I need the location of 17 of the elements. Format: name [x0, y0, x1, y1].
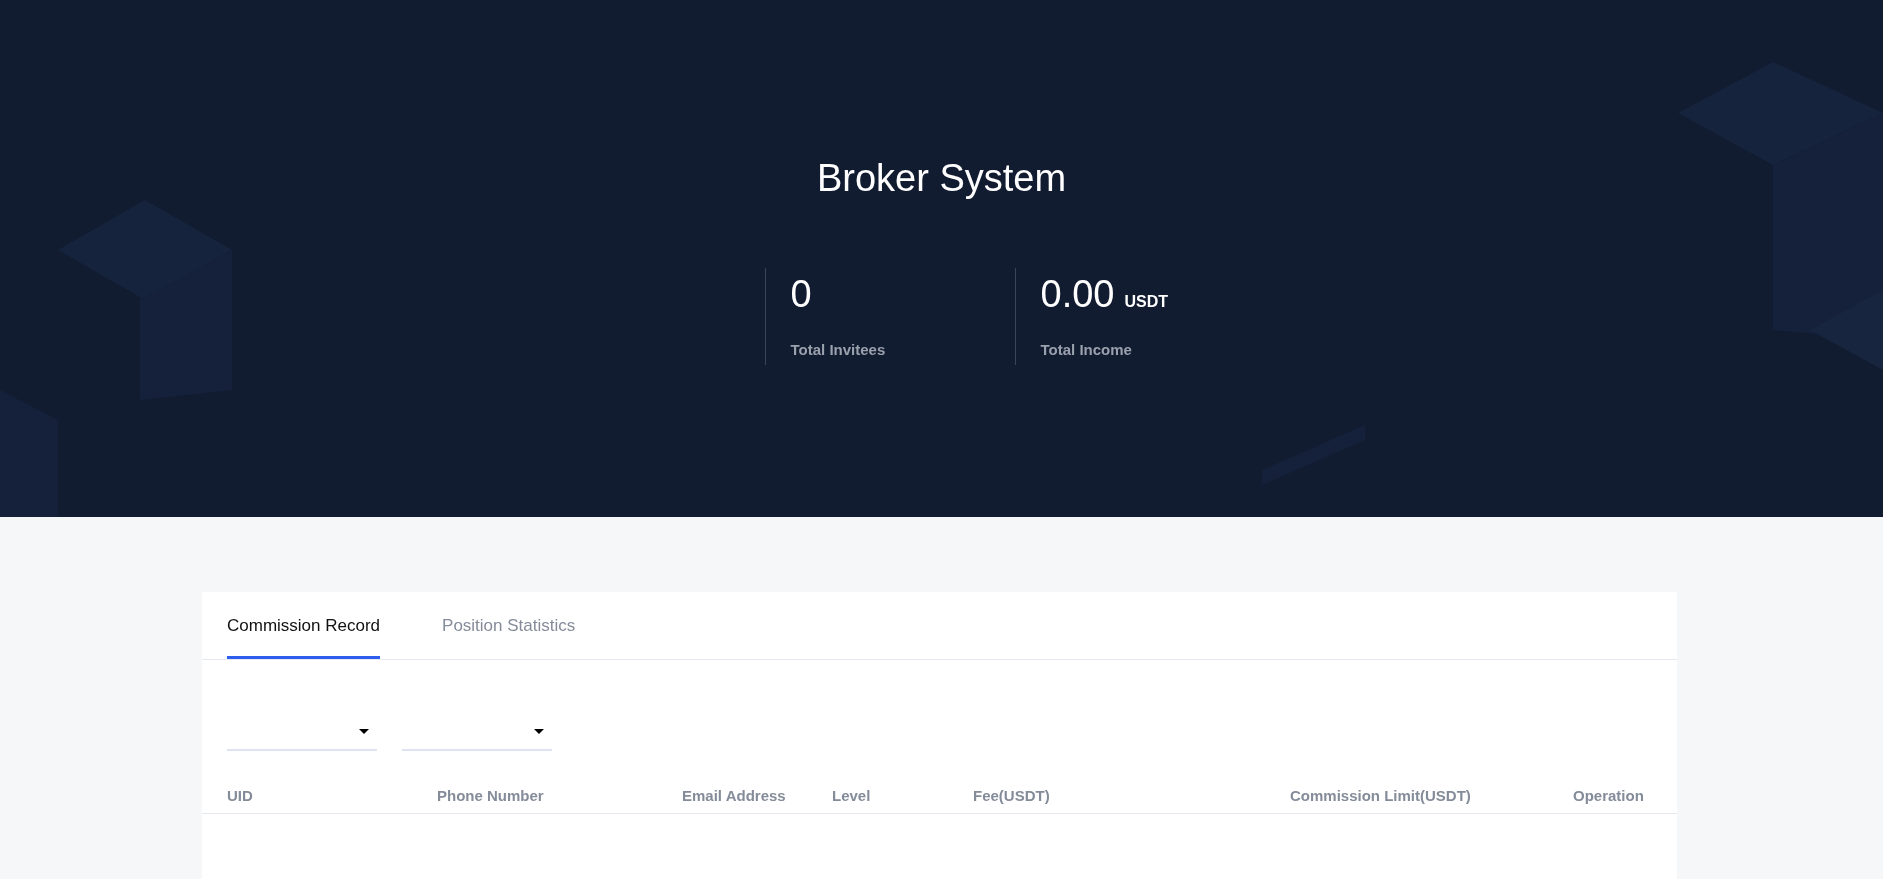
column-header: UID: [227, 787, 254, 804]
stat-value: 0.00: [1040, 272, 1115, 316]
page-title: Broker System: [816, 156, 1067, 201]
stat-label: Total Income: [1040, 341, 1133, 358]
column-header: Commission Limit(USDT): [1290, 787, 1472, 804]
caret-icon: [534, 729, 544, 734]
column-header: Phone Number: [437, 787, 545, 804]
column-header: Email Address: [682, 787, 787, 804]
tab[interactable]: Commission Record: [227, 592, 381, 659]
stat-label: Total Invitees: [790, 341, 887, 358]
tab[interactable]: Position Statistics: [442, 592, 576, 659]
caret-icon: [359, 729, 369, 734]
stat-value: 0: [790, 272, 812, 316]
column-header: Fee(USDT): [973, 787, 1051, 804]
column-header: Level: [832, 787, 872, 804]
stat-unit: USDT: [1124, 293, 1169, 311]
column-header: Operation: [1573, 787, 1644, 804]
